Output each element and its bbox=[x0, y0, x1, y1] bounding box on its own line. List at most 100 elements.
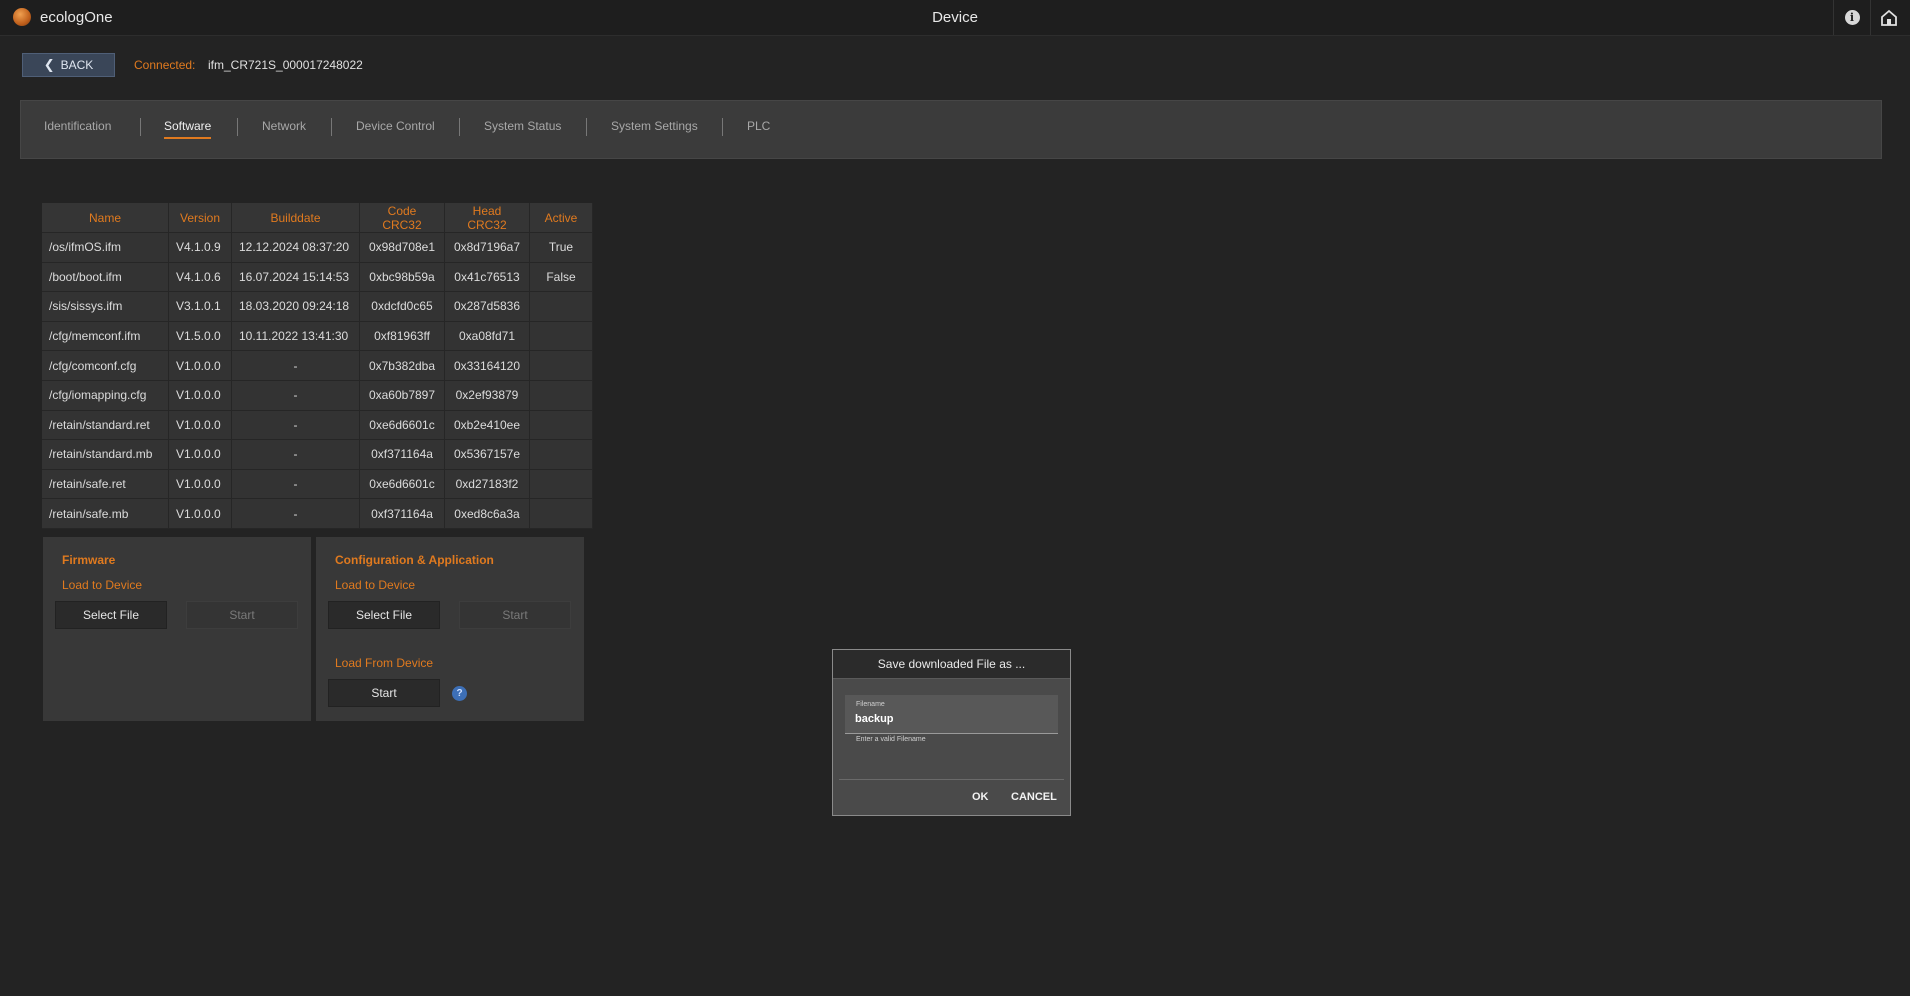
cell-active bbox=[529, 498, 593, 529]
firmware-panel: Firmware Load to Device Select File Star… bbox=[43, 537, 311, 721]
cell-builddate: 18.03.2020 09:24:18 bbox=[231, 291, 360, 322]
cell-active bbox=[529, 321, 593, 352]
cell-version: V1.0.0.0 bbox=[168, 469, 232, 500]
cell-code-crc32: 0xf371164a bbox=[359, 498, 445, 529]
cell-version: V1.0.0.0 bbox=[168, 350, 232, 381]
cell-name: /retain/safe.mb bbox=[42, 498, 169, 529]
cell-active bbox=[529, 380, 593, 411]
cell-name: /retain/standard.ret bbox=[42, 410, 169, 441]
connected-label: Connected: bbox=[134, 58, 196, 72]
help-icon[interactable]: ? bbox=[452, 686, 467, 701]
filename-field[interactable]: Filename bbox=[845, 695, 1058, 734]
firmware-title: Firmware bbox=[62, 553, 116, 567]
chevron-left-icon: ❮ bbox=[43, 57, 55, 72]
table-row: /sis/sissys.ifm V3.1.0.1 18.03.2020 09:24:… bbox=[42, 291, 593, 322]
tab-separator bbox=[331, 118, 332, 136]
firmware-select-file-button[interactable]: Select File bbox=[55, 601, 167, 629]
cell-name: /retain/standard.mb bbox=[42, 439, 169, 470]
connected-device: ifm_CR721S_000017248022 bbox=[208, 58, 363, 72]
cell-name: /sis/sissys.ifm bbox=[42, 291, 169, 322]
config-application-panel: Configuration & Application Load to Devi… bbox=[316, 537, 584, 721]
tab-separator bbox=[459, 118, 460, 136]
save-file-dialog: Save downloaded File as ... Filename Ent… bbox=[832, 649, 1071, 816]
column-header-code-crc32: Code CRC32 bbox=[359, 203, 445, 233]
tab-separator bbox=[586, 118, 587, 136]
cell-builddate: - bbox=[231, 439, 360, 470]
cell-builddate: 16.07.2024 15:14:53 bbox=[231, 262, 360, 293]
table-row: /retain/safe.mb V1.0.0.0-0xf371164a 0xed8c… bbox=[42, 498, 593, 529]
tab-identification[interactable]: Identification bbox=[44, 119, 111, 137]
cell-builddate: - bbox=[231, 469, 360, 500]
tab-device-control[interactable]: Device Control bbox=[356, 119, 435, 137]
cell-code-crc32: 0xdcfd0c65 bbox=[359, 291, 445, 322]
cell-name: /boot/boot.ifm bbox=[42, 262, 169, 293]
cell-code-crc32: 0xf81963ff bbox=[359, 321, 445, 352]
cell-builddate: 12.12.2024 08:37:20 bbox=[231, 232, 360, 263]
cell-code-crc32: 0xe6d6601c bbox=[359, 469, 445, 500]
tab-separator bbox=[237, 118, 238, 136]
back-button[interactable]: ❮ BACK bbox=[22, 53, 115, 77]
cell-name: /cfg/memconf.ifm bbox=[42, 321, 169, 352]
cell-builddate: - bbox=[231, 410, 360, 441]
firmware-start-button[interactable]: Start bbox=[186, 601, 298, 629]
column-header-name: Name bbox=[42, 203, 169, 233]
load-from-device-start-button[interactable]: Start bbox=[328, 679, 440, 707]
cell-head-crc32: 0xb2e410ee bbox=[444, 410, 530, 441]
home-button[interactable] bbox=[1870, 0, 1907, 35]
info-icon: i bbox=[1844, 10, 1860, 25]
table-row: /cfg/comconf.cfg V1.0.0.0-0x7b382dba 0x331… bbox=[42, 350, 593, 381]
ok-button[interactable]: OK bbox=[972, 791, 989, 803]
table-row: /cfg/memconf.ifm V1.5.0.0 10.11.2022 13:41… bbox=[42, 321, 593, 352]
cell-name: /os/ifmOS.ifm bbox=[42, 232, 169, 263]
table-row: /retain/standard.ret V1.0.0.0-0xe6d6601c 0… bbox=[42, 410, 593, 441]
cell-version: V4.1.0.9 bbox=[168, 232, 232, 263]
table-row: /boot/boot.ifm V4.1.0.6 16.07.2024 15:14:5… bbox=[42, 262, 593, 293]
config-select-file-button[interactable]: Select File bbox=[328, 601, 440, 629]
cell-name: /cfg/iomapping.cfg bbox=[42, 380, 169, 411]
cell-code-crc32: 0x98d708e1 bbox=[359, 232, 445, 263]
config-load-to-device-label: Load to Device bbox=[335, 578, 416, 592]
dialog-title: Save downloaded File as ... bbox=[833, 650, 1070, 679]
tab-plc[interactable]: PLC bbox=[747, 119, 770, 137]
tab-system-settings[interactable]: System Settings bbox=[611, 119, 698, 137]
cell-version: V1.0.0.0 bbox=[168, 380, 232, 411]
cell-version: V1.0.0.0 bbox=[168, 439, 232, 470]
firmware-load-to-device-label: Load to Device bbox=[62, 578, 143, 592]
table-row: /retain/standard.mb V1.0.0.0-0xf371164a 0x… bbox=[42, 439, 593, 470]
cancel-button[interactable]: CANCEL bbox=[1011, 791, 1057, 803]
home-icon bbox=[1881, 9, 1897, 26]
software-table: Name Version Builddate Code CRC32 Head C… bbox=[42, 203, 593, 529]
window-title: Device bbox=[932, 9, 978, 26]
filename-label: Filename bbox=[856, 701, 885, 708]
table-header-row: Name Version Builddate Code CRC32 Head C… bbox=[42, 203, 593, 233]
info-button[interactable]: i bbox=[1833, 0, 1870, 35]
cell-active bbox=[529, 410, 593, 441]
tab-network[interactable]: Network bbox=[262, 119, 306, 137]
cell-builddate: 10.11.2022 13:41:30 bbox=[231, 321, 360, 352]
cell-head-crc32: 0x41c76513 bbox=[444, 262, 530, 293]
config-title: Configuration & Application bbox=[335, 553, 494, 567]
cell-active: False bbox=[529, 262, 593, 293]
cell-version: V1.5.0.0 bbox=[168, 321, 232, 352]
cell-code-crc32: 0x7b382dba bbox=[359, 350, 445, 381]
cell-code-crc32: 0xa60b7897 bbox=[359, 380, 445, 411]
cell-version: V1.0.0.0 bbox=[168, 410, 232, 441]
tab-bar: Identification Software Network Device C… bbox=[20, 100, 1882, 159]
filename-input[interactable] bbox=[855, 711, 1045, 727]
cell-code-crc32: 0xf371164a bbox=[359, 439, 445, 470]
tab-system-status[interactable]: System Status bbox=[484, 119, 561, 137]
tab-separator bbox=[140, 118, 141, 136]
cell-head-crc32: 0x5367157e bbox=[444, 439, 530, 470]
cell-version: V4.1.0.6 bbox=[168, 262, 232, 293]
cell-active bbox=[529, 350, 593, 381]
dialog-divider bbox=[839, 779, 1064, 780]
config-start-button[interactable]: Start bbox=[459, 601, 571, 629]
cell-builddate: - bbox=[231, 350, 360, 381]
cell-head-crc32: 0x33164120 bbox=[444, 350, 530, 381]
column-header-head-crc32: Head CRC32 bbox=[444, 203, 530, 233]
cell-version: V3.1.0.1 bbox=[168, 291, 232, 322]
cell-name: /retain/safe.ret bbox=[42, 469, 169, 500]
tab-software[interactable]: Software bbox=[164, 119, 212, 139]
cell-code-crc32: 0xe6d6601c bbox=[359, 410, 445, 441]
cell-head-crc32: 0x287d5836 bbox=[444, 291, 530, 322]
